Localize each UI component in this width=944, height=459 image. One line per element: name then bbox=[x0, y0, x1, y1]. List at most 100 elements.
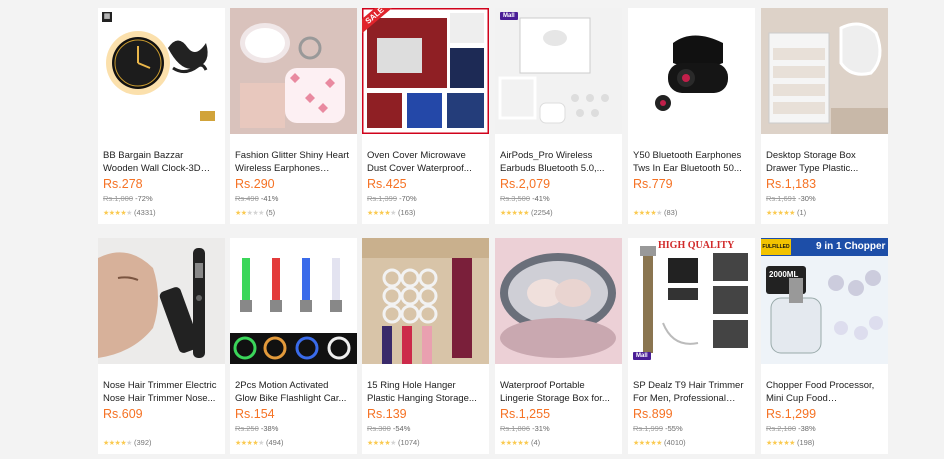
mall-badge: Mall bbox=[633, 352, 651, 360]
review-count: (494) bbox=[265, 438, 284, 447]
discount: -38% bbox=[260, 424, 279, 433]
product-price: Rs.290 bbox=[235, 177, 275, 191]
product-image[interactable] bbox=[98, 238, 225, 364]
product-card[interactable]: 2Pcs Motion Activated Glow Bike Flashlig… bbox=[230, 238, 357, 454]
star-rating-icon: ★★★★★ bbox=[235, 210, 264, 217]
product-title[interactable]: Nose Hair Trimmer Electric Nose Hair Tri… bbox=[103, 380, 220, 405]
product-image[interactable]: ▦ bbox=[98, 8, 225, 134]
product-price: Rs.899 bbox=[633, 407, 673, 421]
product-price: Rs.154 bbox=[235, 407, 275, 421]
product-card[interactable]: HIGH QUALITY Mall SP Dealz T9 Hair Trimm… bbox=[628, 238, 755, 454]
discount: -70% bbox=[399, 194, 417, 203]
product-image[interactable]: SALE bbox=[362, 8, 489, 134]
review-count: (163) bbox=[397, 208, 416, 217]
image-text-chopper: 9 in 1 Chopper bbox=[816, 241, 886, 252]
review-count: (4) bbox=[530, 438, 541, 447]
original-price-row: Rs.3,500 -41% bbox=[500, 194, 550, 203]
product-price: Rs.1,299 bbox=[766, 407, 817, 421]
star-rating-icon: ★★★★★ bbox=[103, 210, 132, 217]
product-image[interactable]: FULFILLED 9 in 1 Chopper 2000ML bbox=[761, 238, 888, 364]
star-rating-icon: ★★★★★ bbox=[766, 210, 795, 217]
product-price: Rs.1,255 bbox=[500, 407, 551, 421]
product-image[interactable]: Mall bbox=[495, 8, 622, 134]
original-price-row: Rs.250 -38% bbox=[235, 424, 278, 433]
fulfilled-badge: FULFILLED bbox=[761, 239, 791, 255]
review-count: (1) bbox=[796, 208, 807, 217]
original-price: Rs.1,399 bbox=[367, 194, 398, 203]
product-image[interactable] bbox=[761, 8, 888, 134]
review-count: (5) bbox=[265, 208, 276, 217]
product-card[interactable]: Desktop Storage Box Drawer Type Plastic.… bbox=[761, 8, 888, 224]
review-count: (2254) bbox=[530, 208, 553, 217]
mall-badge: Mall bbox=[500, 12, 518, 20]
original-price-row: Rs.1,000 -72% bbox=[103, 194, 153, 203]
star-rating-icon: ★★★★★ bbox=[633, 210, 662, 217]
product-card[interactable]: Waterproof Portable Lingerie Storage Box… bbox=[495, 238, 622, 454]
original-price: Rs.3,500 bbox=[500, 194, 531, 203]
rating: ★★★★★ (2254) bbox=[500, 208, 553, 217]
product-title[interactable]: SP Dealz T9 Hair Trimmer For Men, Profes… bbox=[633, 380, 750, 405]
image-text-capacity: 2000ML bbox=[769, 270, 799, 279]
product-title[interactable]: Y50 Bluetooth Earphones Tws In Ear Bluet… bbox=[633, 150, 750, 175]
review-count: (1074) bbox=[397, 438, 420, 447]
star-rating-icon: ★★★★★ bbox=[103, 440, 132, 447]
review-count: (4331) bbox=[133, 208, 156, 217]
product-card[interactable]: Mall AirPods_Pro Wireless Earbuds Blueto… bbox=[495, 8, 622, 224]
rating: ★★★★★ (83) bbox=[633, 208, 677, 217]
original-price-row: Rs.1,399 -70% bbox=[367, 194, 417, 203]
product-card[interactable]: 15 Ring Hole Hanger Plastic Hanging Stor… bbox=[362, 238, 489, 454]
star-rating-icon: ★★★★★ bbox=[235, 440, 264, 447]
star-rating-icon: ★★★★★ bbox=[367, 440, 396, 447]
rating: ★★★★★ (163) bbox=[367, 208, 416, 217]
product-title[interactable]: AirPods_Pro Wireless Earbuds Bluetooth 5… bbox=[500, 150, 617, 175]
discount: -41% bbox=[260, 194, 279, 203]
star-rating-icon: ★★★★★ bbox=[633, 440, 662, 447]
star-rating-icon: ★★★★★ bbox=[500, 210, 529, 217]
product-card[interactable]: Y50 Bluetooth Earphones Tws In Ear Bluet… bbox=[628, 8, 755, 224]
product-price: Rs.2,079 bbox=[500, 177, 551, 191]
product-card[interactable]: ▦ BB Bargain Bazzar Wooden Wall Clock-3D… bbox=[98, 8, 225, 224]
product-image[interactable] bbox=[230, 238, 357, 364]
product-card[interactable]: Fashion Glitter Shiny Heart Wireless Ear… bbox=[230, 8, 357, 224]
product-title[interactable]: Chopper Food Processor, Mini Cup Food Pr… bbox=[766, 380, 883, 405]
product-image[interactable] bbox=[230, 8, 357, 134]
star-rating-icon: ★★★★★ bbox=[766, 440, 795, 447]
original-price-row: Rs.1,806 -31% bbox=[500, 424, 550, 433]
product-title[interactable]: Fashion Glitter Shiny Heart Wireless Ear… bbox=[235, 150, 352, 175]
product-title[interactable]: Waterproof Portable Lingerie Storage Box… bbox=[500, 380, 617, 405]
original-price: Rs.300 bbox=[367, 424, 391, 433]
product-image[interactable] bbox=[628, 8, 755, 134]
original-price-row: Rs.1,691 -30% bbox=[766, 194, 816, 203]
review-count: (83) bbox=[663, 208, 678, 217]
review-count: (4010) bbox=[663, 438, 686, 447]
product-card[interactable]: FULFILLED 9 in 1 Chopper 2000ML Chopper … bbox=[761, 238, 888, 454]
star-rating-icon: ★★★★★ bbox=[367, 210, 396, 217]
product-image[interactable] bbox=[495, 238, 622, 364]
review-count: (198) bbox=[796, 438, 815, 447]
original-price-row: Rs.1,999 -55% bbox=[633, 424, 683, 433]
rating: ★★★★★ (4010) bbox=[633, 438, 686, 447]
discount: -41% bbox=[532, 194, 550, 203]
product-card[interactable]: Nose Hair Trimmer Electric Nose Hair Tri… bbox=[98, 238, 225, 454]
product-title[interactable]: 2Pcs Motion Activated Glow Bike Flashlig… bbox=[235, 380, 352, 405]
product-price: Rs.425 bbox=[367, 177, 407, 191]
review-count: (392) bbox=[133, 438, 152, 447]
product-card[interactable]: SALE Oven Cover Microwave Dust Cover Wat… bbox=[362, 8, 489, 224]
product-title[interactable]: Oven Cover Microwave Dust Cover Waterpro… bbox=[367, 150, 484, 175]
product-image[interactable]: HIGH QUALITY Mall bbox=[628, 238, 755, 364]
original-price: Rs.490 bbox=[235, 194, 259, 203]
rating: ★★★★★ (1074) bbox=[367, 438, 420, 447]
rating: ★★★★★ (198) bbox=[766, 438, 815, 447]
grid-icon: ▦ bbox=[102, 12, 112, 22]
product-image[interactable] bbox=[362, 238, 489, 364]
star-rating-icon: ★★★★★ bbox=[500, 440, 529, 447]
product-title[interactable]: BB Bargain Bazzar Wooden Wall Clock-3D W… bbox=[103, 150, 220, 175]
rating: ★★★★★ (4331) bbox=[103, 208, 156, 217]
product-title[interactable]: 15 Ring Hole Hanger Plastic Hanging Stor… bbox=[367, 380, 484, 405]
image-text-quality: HIGH QUALITY bbox=[658, 240, 735, 251]
product-title[interactable]: Desktop Storage Box Drawer Type Plastic.… bbox=[766, 150, 883, 175]
rating: ★★★★★ (5) bbox=[235, 208, 275, 217]
original-price: Rs.1,806 bbox=[500, 424, 531, 433]
rating: ★★★★★ (392) bbox=[103, 438, 152, 447]
product-price: Rs.779 bbox=[633, 177, 673, 191]
